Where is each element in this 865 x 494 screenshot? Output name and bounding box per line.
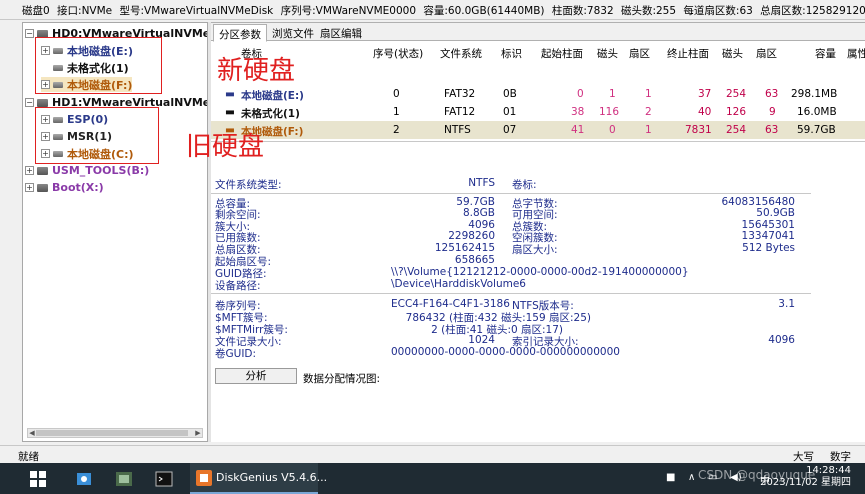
col-header-start-head: 磁头 — [597, 48, 618, 60]
table-row[interactable]: ▬ 本地磁盘(E:) 0 FAT32 0B 0 1 1 37 254 63 29… — [211, 85, 865, 103]
taskbar-diskgenius-button[interactable]: DiskGenius V5.4.6... — [190, 463, 327, 494]
disk-heads: 磁头数:255 — [620, 5, 677, 17]
partition-icon: ▬ — [225, 106, 235, 118]
disk-sectors-per-track: 每道扇区数:63 — [683, 5, 753, 17]
analyze-button[interactable]: 分析 — [215, 368, 297, 384]
table-row[interactable]: ▬ 未格式化(1) 1 FAT12 01 38 116 2 40 126 9 1… — [211, 103, 865, 121]
disk-total-sectors: 总扇区数:125829120 — [760, 5, 865, 17]
expand-icon[interactable]: + — [25, 183, 34, 192]
distribution-label: 数据分配情况图: — [303, 373, 381, 385]
disk-capacity: 容量:60.0GB(61440MB) — [423, 5, 545, 17]
tree-item-boot[interactable]: + Boot(X:) — [25, 180, 104, 195]
col-header-end-sector: 扇区 — [756, 48, 777, 60]
annotation-box-new — [35, 37, 162, 94]
collapse-icon[interactable]: − — [25, 29, 34, 38]
partition-table: 卷标 序号(状态) 文件系统 标识 起始柱面 磁头 扇区 终止柱面 磁头 扇区 … — [211, 42, 865, 142]
annotation-old-disk: 旧硬盘 — [186, 132, 265, 162]
divider — [211, 293, 811, 294]
annotation-new-disk: 新硬盘 — [217, 56, 296, 86]
status-text: 就绪 — [18, 451, 39, 463]
table-row-selected[interactable]: ▬ 本地磁盘(F:) 2 NTFS 07 41 0 1 7831 254 63 … — [211, 121, 865, 139]
tab-sector-edit[interactable]: 扇区编辑 — [315, 24, 367, 41]
partition-details: 文件系统类型: NTFS 卷标: 总容量: 59.7GB 总字节数: 64083… — [211, 173, 865, 442]
tab-bar: 分区参数 浏览文件 扇区编辑 — [211, 23, 865, 42]
chevron-up-icon[interactable]: ∧ — [688, 472, 695, 483]
ram-disk-icon — [37, 183, 48, 192]
annotation-box-old — [35, 107, 159, 164]
divider — [211, 193, 811, 194]
tab-browse-files[interactable]: 浏览文件 — [267, 24, 319, 41]
scroll-left-icon[interactable]: ◀ — [28, 429, 36, 437]
diskgenius-icon — [196, 470, 212, 486]
col-header-end-cyl: 终止柱面 — [667, 48, 709, 60]
disk-interface: 接口:NVMe — [57, 5, 113, 17]
tree-item-usb[interactable]: + USM_TOOLS(B:) — [25, 163, 149, 178]
col-header-fs: 文件系统 — [440, 48, 482, 60]
disk-name: 磁盘0 — [22, 5, 50, 17]
status-bar: 就绪 大写 数字 — [0, 445, 865, 463]
watermark: CSDN @qdaoyuque — [698, 468, 816, 482]
windows-taskbar: DiskGenius V5.4.6... ■ ∧ ▭ ◀) 中 14:28:44… — [0, 463, 865, 494]
col-header-start-cyl: 起始柱面 — [541, 48, 583, 60]
tree-horizontal-scrollbar[interactable]: ◀ ▶ — [27, 428, 203, 438]
windows-start-icon[interactable] — [30, 471, 50, 491]
col-header-index: 序号(状态) — [373, 48, 424, 60]
usb-disk-icon — [37, 166, 48, 175]
terminal-icon[interactable] — [155, 470, 175, 490]
disk-cylinders: 柱面数:7832 — [551, 5, 614, 17]
scrollbar-thumb[interactable] — [36, 430, 188, 436]
disk-info-bar: 磁盘0 接口:NVMe 型号:VMwareVirtualNVMeDisk 序列号… — [0, 0, 865, 20]
caps-indicator: 大写 — [793, 451, 814, 463]
col-header-size: 容量 — [815, 48, 836, 60]
col-header-start-sector: 扇区 — [629, 48, 650, 60]
network-app-icon[interactable] — [75, 470, 95, 490]
expand-icon[interactable]: + — [25, 166, 34, 175]
partition-icon: ▬ — [225, 88, 235, 100]
disk-model: 型号:VMwareVirtualNVMeDisk — [119, 5, 274, 17]
color-icon[interactable]: ■ — [666, 472, 675, 483]
col-header-id: 标识 — [501, 48, 522, 60]
collapse-icon[interactable]: − — [25, 98, 34, 107]
partition-panel: 分区参数 浏览文件 扇区编辑 卷标 序号(状态) 文件系统 标识 起始柱面 磁头… — [211, 22, 865, 442]
col-header-end-head: 磁头 — [722, 48, 743, 60]
col-header-attr: 属性 — [847, 48, 865, 60]
fs-type-value: NTFS — [468, 177, 495, 189]
disk-serial: 序列号:VMWareNVME0000 — [280, 5, 417, 17]
tab-partition-params[interactable]: 分区参数 — [213, 24, 267, 42]
diskgenius-window: 磁盘0 接口:NVMe 型号:VMwareVirtualNVMeDisk 序列号… — [0, 0, 865, 494]
scroll-right-icon[interactable]: ▶ — [194, 429, 202, 437]
disk-icon — [37, 98, 48, 107]
app-icon[interactable] — [115, 470, 135, 490]
num-indicator: 数字 — [830, 451, 851, 463]
